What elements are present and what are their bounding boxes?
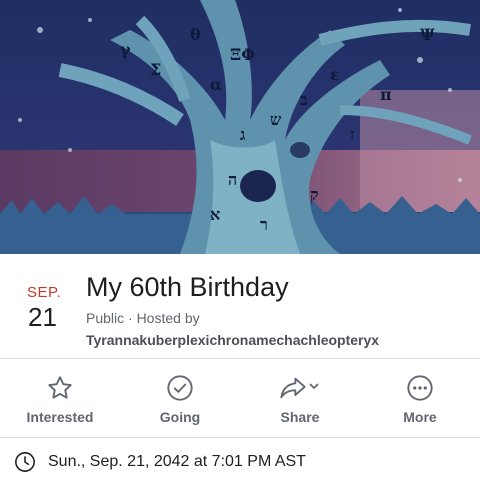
svg-text:ε: ε (330, 65, 340, 84)
svg-text:Ψ: Ψ (420, 25, 435, 44)
share-button[interactable]: Share (240, 359, 360, 437)
share-icon (278, 373, 322, 403)
svg-text:ר: ר (260, 215, 268, 234)
share-label: Share (280, 409, 320, 425)
interested-label: Interested (26, 409, 94, 425)
svg-text:π: π (380, 85, 392, 104)
event-day: 21 (28, 302, 57, 332)
cover-painting: θ α Σ ג ה ש ב ε א ר ק ז γ π Ψ ΞΦ (0, 0, 480, 254)
more-button[interactable]: More (360, 359, 480, 437)
event-datetime: Sun., Sep. 21, 2042 at 7:01 PM AST (48, 453, 306, 470)
event-month: SEP. (27, 284, 62, 301)
clock-icon (14, 451, 36, 473)
svg-text:Σ: Σ (150, 60, 161, 79)
more-icon (405, 373, 435, 403)
svg-text:γ: γ (120, 40, 131, 59)
more-label: More (403, 409, 437, 425)
svg-text:ΞΦ: ΞΦ (230, 45, 255, 64)
star-icon (45, 373, 75, 403)
svg-text:ז: ז (350, 125, 355, 144)
interested-button[interactable]: Interested (0, 359, 120, 437)
svg-text:θ: θ (190, 25, 201, 44)
svg-text:ש: ש (270, 110, 282, 129)
svg-text:ג: ג (240, 125, 245, 144)
action-bar: Interested Going Share More (0, 359, 480, 437)
event-host-link[interactable]: Tyrannakuberplexichronamechachleopteryx (86, 332, 379, 348)
svg-text:ה: ה (228, 170, 237, 189)
event-header: SEP. 21 My 60th Birthday Public · Hosted… (0, 254, 480, 358)
svg-text:ק: ק (310, 185, 319, 204)
event-time-row[interactable]: Sun., Sep. 21, 2042 at 7:01 PM AST (0, 438, 480, 486)
svg-text:ב: ב (300, 90, 308, 109)
svg-text:α: α (210, 75, 222, 94)
going-label: Going (159, 409, 201, 425)
svg-text:א: א (210, 205, 220, 224)
cover-photo[interactable]: θ α Σ ג ה ש ב ε א ר ק ז γ π Ψ ΞΦ (0, 0, 480, 254)
check-circle-icon (165, 373, 195, 403)
event-privacy-host-label: Public · Hosted by (86, 310, 200, 326)
going-button[interactable]: Going (120, 359, 240, 437)
event-title: My 60th Birthday (86, 272, 289, 302)
